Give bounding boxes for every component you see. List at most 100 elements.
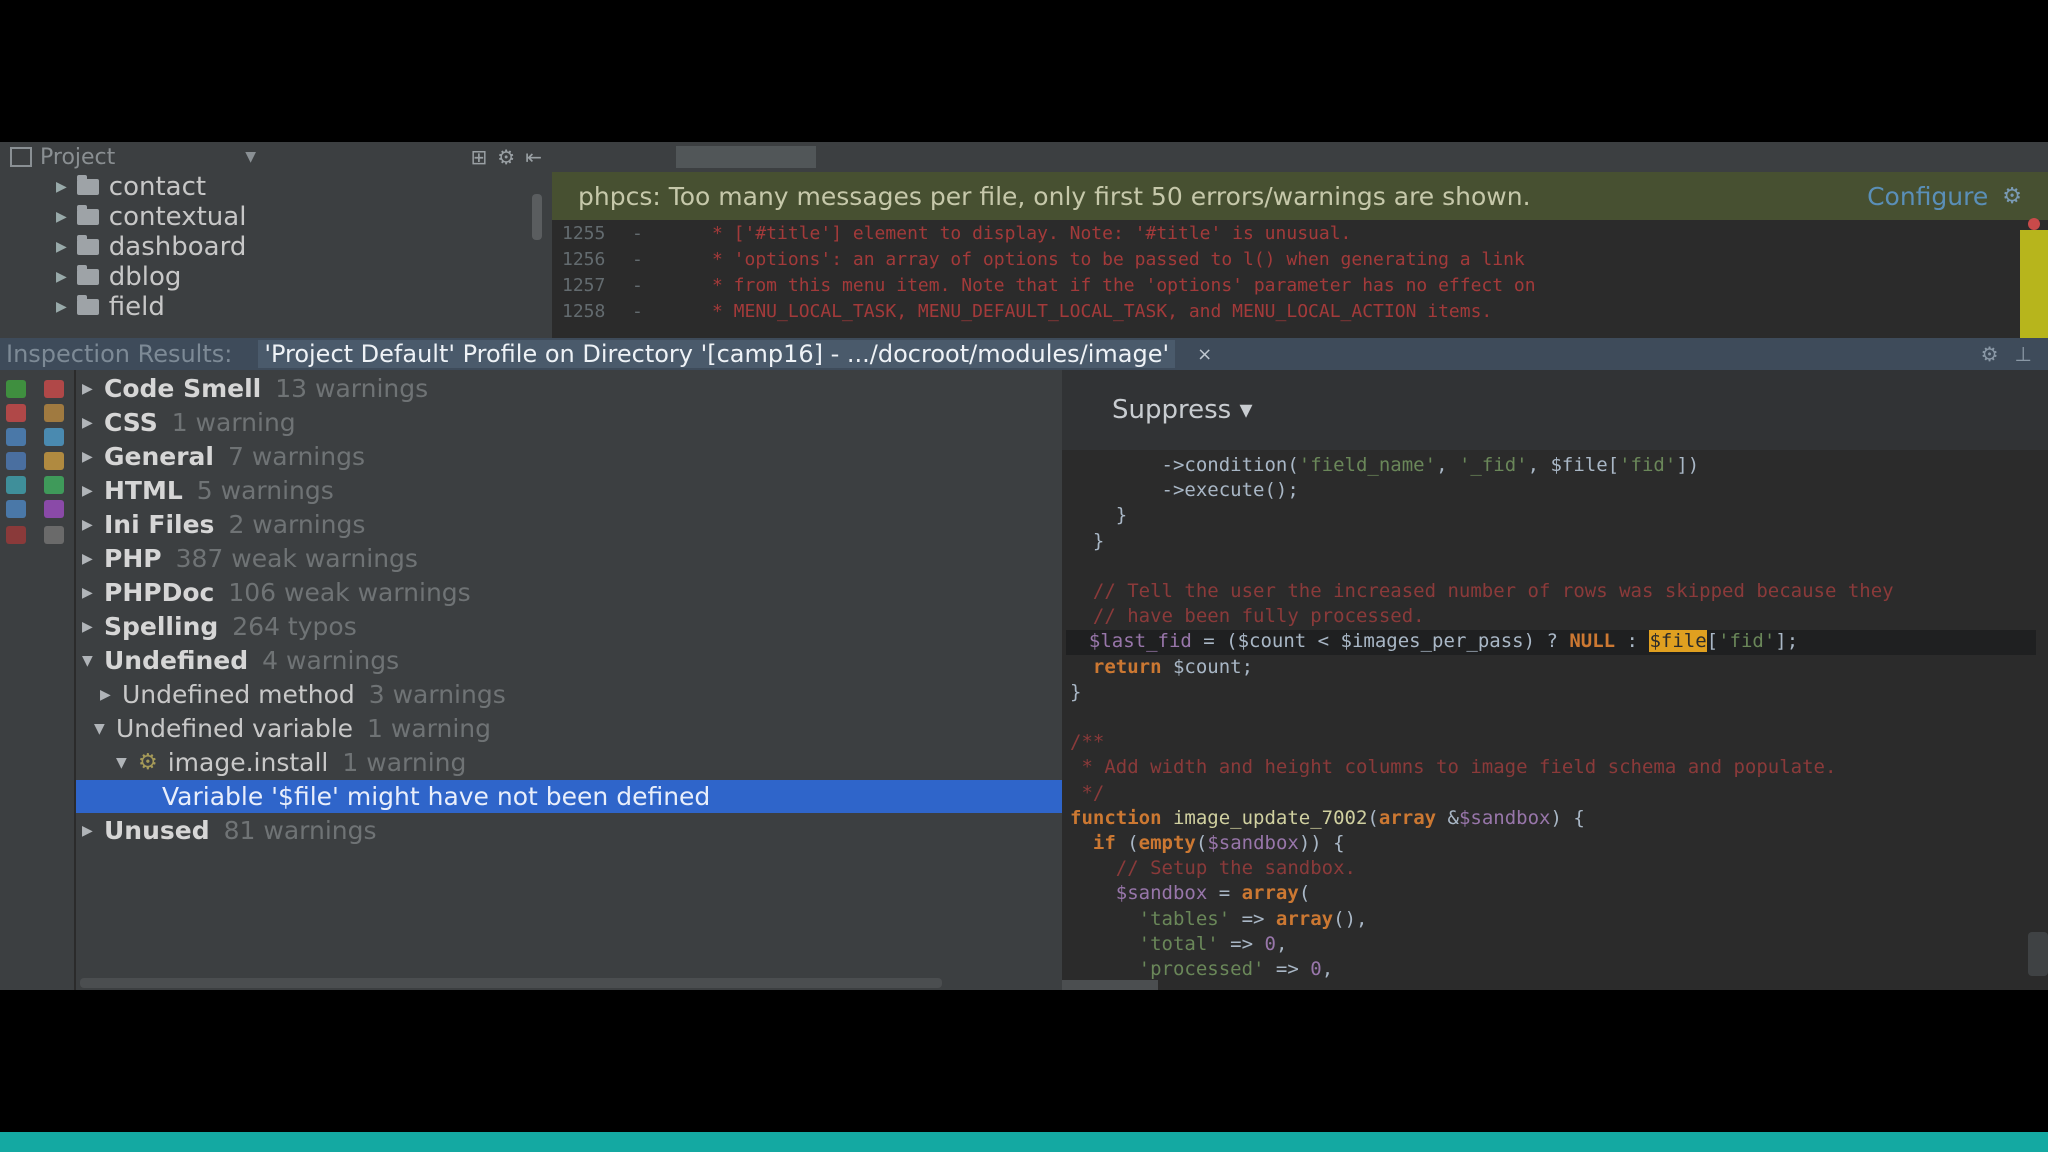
code-token: $sandbox xyxy=(1458,806,1551,829)
node-count: 387 weak warnings xyxy=(175,544,418,573)
help-icon[interactable] xyxy=(44,526,64,544)
tree-node-code-smell[interactable]: ▶ Code Smell 13 warnings xyxy=(76,372,1068,405)
code-token: return xyxy=(1070,655,1162,678)
tree-node-variable-file-problem[interactable]: Variable '$file' might have not been def… xyxy=(76,780,1148,813)
expand-arrow-icon[interactable]: ▶ xyxy=(82,449,104,465)
code-line[interactable]: 1257 - * from this menu item. Note that … xyxy=(552,272,2048,298)
preview-code-line[interactable]: ->condition('field_name', '_fid', $file[… xyxy=(1070,454,1700,479)
expand-arrow-icon[interactable]: ▶ xyxy=(82,415,104,431)
preview-code-line[interactable]: */ xyxy=(1070,782,1104,807)
stop-icon[interactable] xyxy=(6,526,26,544)
preview-vscrollbar[interactable] xyxy=(2028,932,2048,976)
collapse-arrow-icon[interactable]: ▼ xyxy=(82,653,104,669)
expand-arrow-icon[interactable]: ▶ xyxy=(56,299,67,315)
preview-code-line[interactable]: 'total' => 0, xyxy=(1070,933,1288,958)
settings-icon[interactable] xyxy=(44,500,64,518)
suppress-button[interactable]: Suppress ▾ xyxy=(1112,395,1253,425)
expand-arrow-icon[interactable]: ▶ xyxy=(56,239,67,255)
hide-panel-icon[interactable]: ⇤ xyxy=(525,145,542,169)
collapse-all-icon[interactable]: ⊞ xyxy=(471,145,488,169)
tree-node-unused[interactable]: ▶ Unused 81 warnings xyxy=(76,814,1068,847)
expand-arrow-icon[interactable]: ▶ xyxy=(82,483,104,499)
node-label: Ini Files xyxy=(104,510,215,539)
preview-code-line[interactable]: } xyxy=(1070,504,1127,529)
expand-arrow-icon[interactable]: ▶ xyxy=(82,517,104,533)
preview-code-line[interactable]: } xyxy=(1070,681,1081,706)
preview-code-line[interactable]: // Setup the sandbox. xyxy=(1070,857,1356,882)
gear-icon[interactable]: ⚙ xyxy=(497,145,515,169)
preview-code-line[interactable]: function image_update_7002(array &$sandb… xyxy=(1070,807,1585,832)
folder-contextual[interactable]: ▶ contextual xyxy=(0,202,552,232)
expand-arrow-icon[interactable]: ▶ xyxy=(56,179,67,195)
preview-scrollbar[interactable] xyxy=(1062,980,1158,990)
code-token: ) { xyxy=(1550,806,1585,829)
collapse-arrow-icon[interactable]: ▼ xyxy=(116,755,138,771)
expand-arrow-icon[interactable]: ▶ xyxy=(82,585,104,601)
hide-icon[interactable]: ⊥ xyxy=(2015,342,2032,366)
folder-dblog[interactable]: ▶ dblog xyxy=(0,262,552,292)
group-icon[interactable] xyxy=(44,404,64,422)
tree-node-phpdoc[interactable]: ▶ PHPDoc 106 weak warnings xyxy=(76,576,1068,609)
preview-code-line[interactable]: $sandbox = array( xyxy=(1070,882,1311,907)
preview-code-line[interactable]: * Add width and height columns to image … xyxy=(1070,756,1836,781)
tree-node-undefined-variable[interactable]: ▼ Undefined variable 1 warning xyxy=(76,712,1080,745)
close-icon[interactable] xyxy=(6,404,26,422)
expand-arrow-icon[interactable]: ▶ xyxy=(82,551,104,567)
tree-node-ini-files[interactable]: ▶ Ini Files 2 warnings xyxy=(76,508,1068,541)
collapse-arrow-icon[interactable]: ▼ xyxy=(94,721,116,737)
code-line[interactable]: 1258 - * MENU_LOCAL_TASK, MENU_DEFAULT_L… xyxy=(552,298,2048,324)
configure-link[interactable]: Configure xyxy=(1867,182,1988,211)
error-indicator-icon[interactable] xyxy=(2028,218,2040,230)
folder-dashboard[interactable]: ▶ dashboard xyxy=(0,232,552,262)
editor-tab[interactable] xyxy=(676,146,816,168)
down-icon[interactable] xyxy=(6,476,26,494)
expand-arrow-icon[interactable]: ▶ xyxy=(82,823,104,839)
preview-code-line[interactable]: // have been fully processed. xyxy=(1070,605,1425,630)
tree-node-general[interactable]: ▶ General 7 warnings xyxy=(76,440,1068,473)
preview-code-line[interactable]: ->execute(); xyxy=(1070,479,1299,504)
sort-icon[interactable] xyxy=(6,428,26,446)
rerun-icon[interactable] xyxy=(6,380,26,398)
project-panel-title[interactable]: Project xyxy=(40,145,115,170)
folder-field[interactable]: ▶ field xyxy=(0,292,552,322)
filter-icon[interactable] xyxy=(44,380,64,398)
project-panel-header[interactable]: Project ▼ ⊞ ⚙ ⇤ xyxy=(0,142,552,172)
preview-code-line[interactable]: } xyxy=(1070,530,1104,555)
preview-code-line[interactable]: return $count; xyxy=(1070,656,1253,681)
expand-arrow-icon[interactable]: ▶ xyxy=(56,209,67,225)
preview-code-line[interactable]: if (empty($sandbox)) { xyxy=(1070,832,1345,857)
tree-scrollbar[interactable] xyxy=(80,978,942,988)
tree-node-php[interactable]: ▶ PHP 387 weak warnings xyxy=(76,542,1068,575)
expand-icon[interactable] xyxy=(6,500,26,518)
tree-node-image-install[interactable]: ▼ ⚙ image.install 1 warning xyxy=(76,746,1102,779)
preview-code-line[interactable]: 'tables' => array(), xyxy=(1070,908,1368,933)
preview-code-line[interactable]: // Tell the user the increased number of… xyxy=(1070,580,1894,605)
line-number: 1255 xyxy=(562,222,606,244)
project-scrollbar[interactable] xyxy=(532,194,542,240)
gear-icon[interactable]: ⚙ xyxy=(2002,184,2022,209)
tree-node-spelling[interactable]: ▶ Spelling 264 typos xyxy=(76,610,1068,643)
code-line[interactable]: 1256 - * 'options': an array of options … xyxy=(552,246,2048,272)
expand-arrow-icon[interactable]: ▶ xyxy=(100,687,122,703)
preview-code-line[interactable]: $last_fid = ($count < $images_per_pass) … xyxy=(1066,630,2036,656)
dropdown-arrow-icon[interactable]: ▼ xyxy=(245,149,256,165)
expand-arrow-icon[interactable]: ▶ xyxy=(82,381,104,397)
code-line[interactable]: 1255 - * ['#title'] element to display. … xyxy=(552,220,2048,246)
code-token: $last_fid xyxy=(1066,630,1192,653)
inspection-scope-tab[interactable]: 'Project Default' Profile on Directory '… xyxy=(258,340,1176,368)
tree-node-html[interactable]: ▶ HTML 5 warnings xyxy=(76,474,1068,507)
error-stripe[interactable] xyxy=(2020,230,2048,338)
preview-code-line[interactable]: /** xyxy=(1070,731,1104,756)
folder-contact[interactable]: ▶ contact xyxy=(0,172,552,202)
expand-arrow-icon[interactable]: ▶ xyxy=(56,269,67,285)
tree-node-css[interactable]: ▶ CSS 1 warning xyxy=(76,406,1068,439)
export-icon[interactable] xyxy=(44,452,64,470)
up-icon[interactable] xyxy=(6,452,26,470)
expand-arrow-icon[interactable]: ▶ xyxy=(82,619,104,635)
tree-node-undefined[interactable]: ▼ Undefined 4 warnings xyxy=(76,644,1068,677)
close-tab-icon[interactable]: × xyxy=(1197,344,1212,365)
funnel-icon[interactable] xyxy=(44,428,64,446)
fix-icon[interactable] xyxy=(44,476,64,494)
tree-node-undefined-method[interactable]: ▶ Undefined method 3 warnings xyxy=(76,678,1086,711)
settings-icon[interactable]: ⚙ xyxy=(1981,342,1999,366)
